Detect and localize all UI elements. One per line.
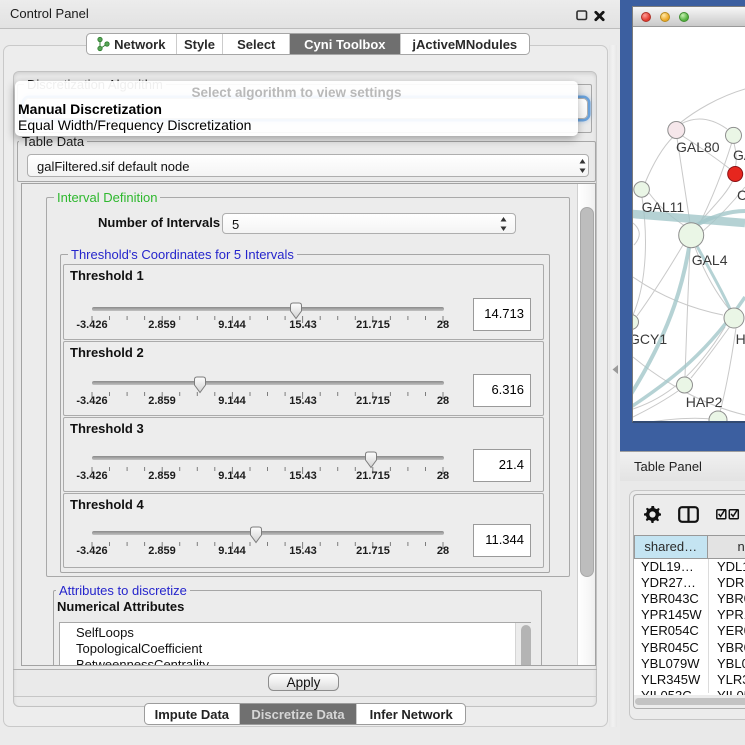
svg-text:GAL11: GAL11 — [642, 199, 685, 215]
svg-text:H: H — [736, 331, 745, 347]
svg-text:HAP2: HAP2 — [686, 394, 723, 410]
svg-text:GCY1: GCY1 — [633, 331, 667, 347]
svg-text:C: C — [737, 187, 745, 203]
svg-text:GAL4: GAL4 — [692, 252, 728, 268]
svg-text:GA: GA — [733, 147, 745, 163]
svg-text:GAL80: GAL80 — [676, 139, 720, 155]
